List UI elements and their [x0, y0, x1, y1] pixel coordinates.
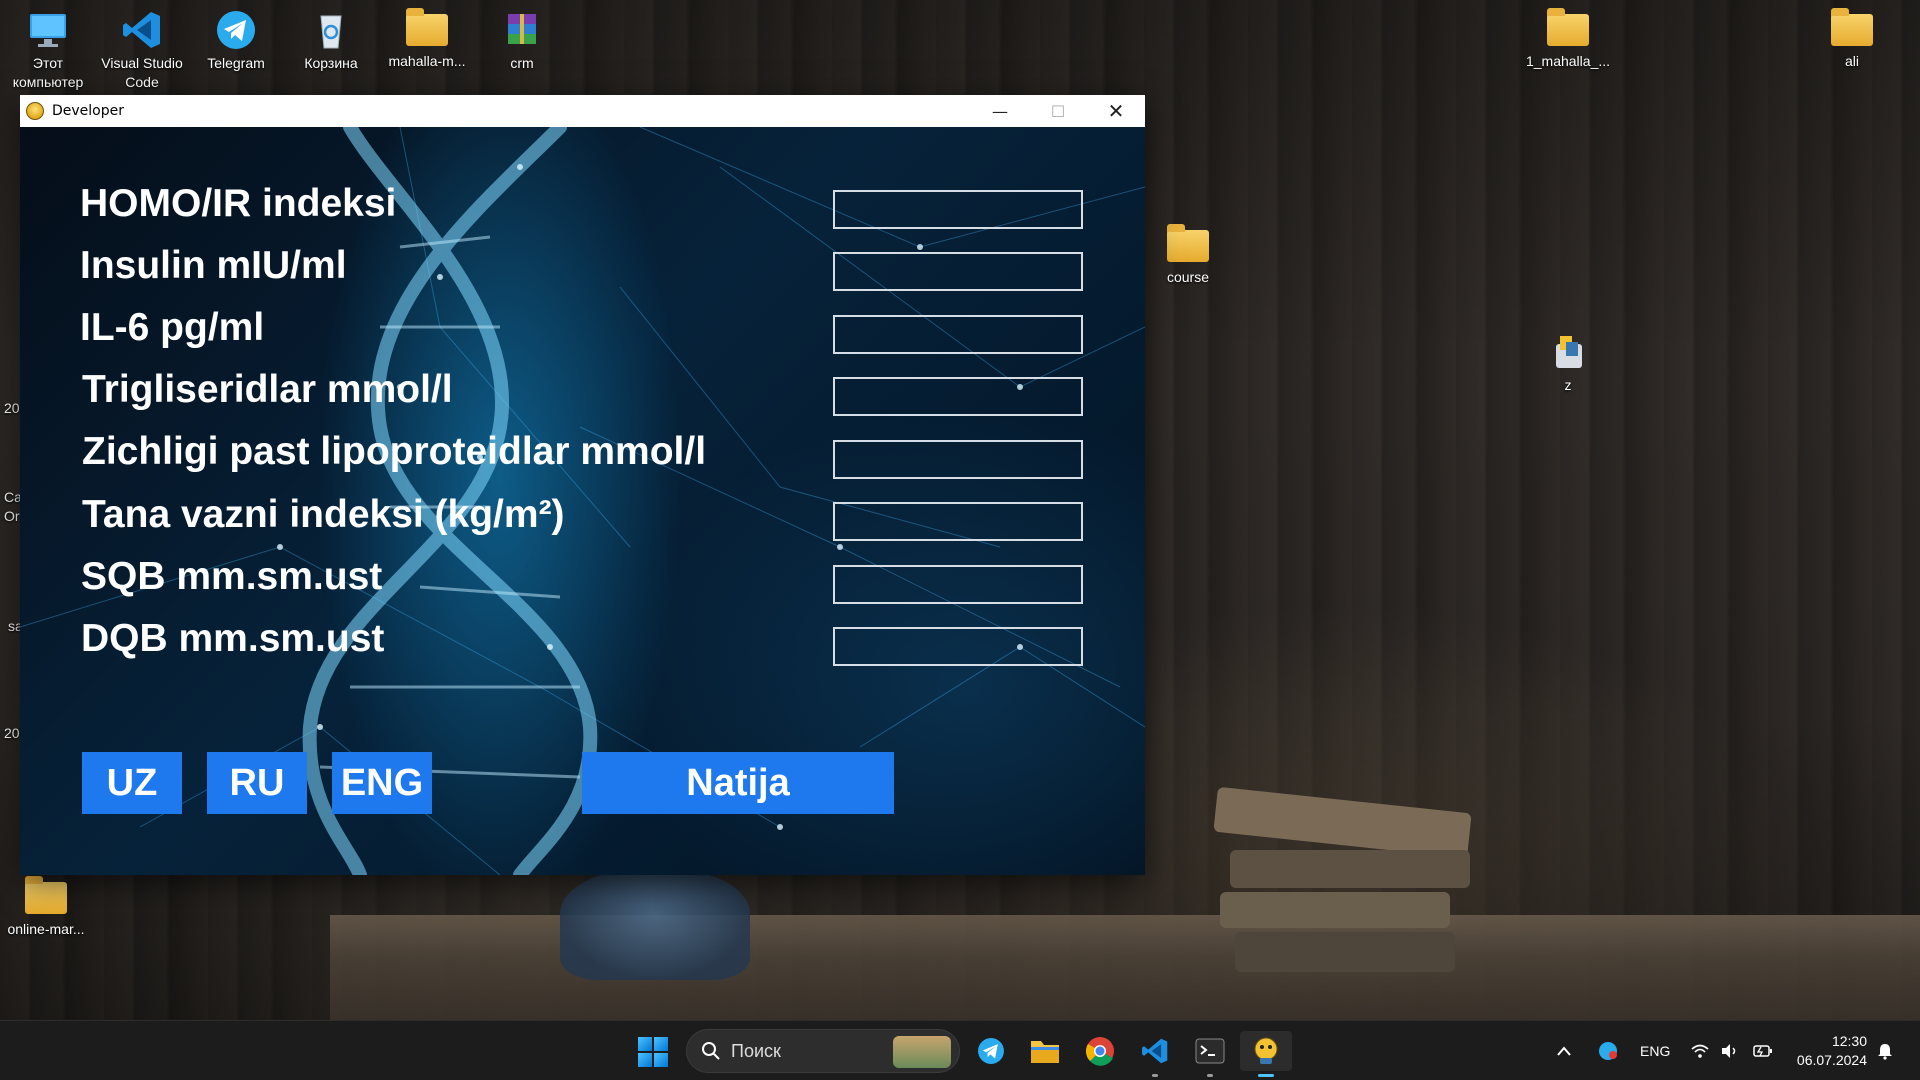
- close-button[interactable]: ✕: [1087, 95, 1145, 127]
- desktop-icon-label: online-mar...: [7, 921, 85, 937]
- language-indicator[interactable]: ENG: [1640, 1021, 1670, 1080]
- python-app-icon: [1254, 1037, 1278, 1064]
- taskbar-file-explorer[interactable]: [1025, 1031, 1065, 1071]
- taskbar-chrome[interactable]: [1080, 1031, 1120, 1071]
- partial-desktop-text: 20: [4, 400, 20, 416]
- triglycerides-input[interactable]: [833, 377, 1083, 416]
- folder-icon: [1547, 8, 1589, 46]
- bmi-input[interactable]: [833, 502, 1083, 541]
- desktop-icon-this-pc[interactable]: Этот компьютер: [0, 8, 96, 92]
- wallpaper-books: [1213, 786, 1485, 985]
- python-file-icon: [1556, 336, 1582, 368]
- taskbar-telegram[interactable]: [971, 1031, 1011, 1071]
- folder-icon: [1167, 224, 1209, 262]
- developer-window: Developer — ☐ ✕ HOMO/IR indeksi Insulin …: [20, 95, 1145, 875]
- taskbar: Поиск ENG 12:30 06.07.2024: [0, 1020, 1920, 1080]
- wifi-icon[interactable]: [1690, 1021, 1710, 1080]
- minimize-button[interactable]: —: [971, 95, 1029, 127]
- pygame-snake-icon: [26, 102, 44, 120]
- desktop-icon-mahalla-folder[interactable]: mahalla-m...: [379, 8, 475, 71]
- field-label-homo-ir: HOMO/IR indeksi: [80, 182, 397, 225]
- desktop-icon-label: z: [1564, 377, 1572, 393]
- partial-desktop-text: 20: [4, 725, 20, 741]
- folder-icon: [406, 8, 448, 46]
- chrome-icon: [1086, 1037, 1114, 1066]
- desktop-icon-label: Этот компьютер: [12, 55, 84, 90]
- taskbar-developer-app[interactable]: [1240, 1031, 1292, 1077]
- desktop-icon-recycle-bin[interactable]: Корзина: [283, 8, 379, 73]
- partial-desktop-text: Or: [4, 508, 20, 524]
- desktop-icon-label: crm: [510, 55, 534, 71]
- desktop-icon-z[interactable]: z: [1520, 330, 1616, 395]
- search-icon: [702, 1042, 720, 1060]
- telegram-tray-icon: [1599, 1042, 1617, 1060]
- field-label-bmi: Tana vazni indeksi (kg/m²): [82, 493, 565, 536]
- vscode-icon: [1142, 1038, 1168, 1064]
- desktop-icon-1-mahalla[interactable]: 1_mahalla_...: [1520, 8, 1616, 71]
- recycle-bin-icon: [320, 15, 342, 49]
- clock-date: 06.07.2024: [1796, 1052, 1867, 1068]
- field-label-triglycerides: Trigliseridlar mmol/l: [82, 368, 453, 411]
- volume-icon[interactable]: [1720, 1021, 1740, 1080]
- desktop-icon-label: mahalla-m...: [388, 53, 466, 69]
- show-hidden-icons[interactable]: [1556, 1021, 1572, 1080]
- natija-result-button[interactable]: Natija: [582, 752, 894, 814]
- winrar-archive-icon: [508, 14, 536, 44]
- desktop-icon-ali[interactable]: ali: [1804, 8, 1900, 71]
- field-label-ldl: Zichligi past lipoproteidlar mmol/l: [82, 430, 707, 473]
- file-explorer-icon: [1031, 1041, 1059, 1063]
- desktop-icon-online-mar[interactable]: online-mar...: [0, 876, 94, 939]
- wallpaper-lamp: [560, 870, 750, 980]
- window-titlebar[interactable]: Developer — ☐ ✕: [20, 95, 1145, 127]
- taskbar-search[interactable]: Поиск: [686, 1029, 960, 1073]
- search-placeholder: Поиск: [731, 1040, 781, 1061]
- vscode-icon: [123, 12, 160, 48]
- ldl-input[interactable]: [833, 440, 1083, 479]
- taskbar-terminal[interactable]: [1190, 1031, 1230, 1077]
- folder-icon: [1831, 8, 1873, 46]
- battery-icon[interactable]: [1752, 1021, 1774, 1080]
- telegram-icon: [217, 11, 255, 49]
- chevron-up-icon: [1557, 1046, 1571, 1056]
- window-title: Developer: [52, 103, 125, 119]
- desktop-icon-label: Visual Studio Code: [101, 55, 183, 90]
- language-ru-button[interactable]: RU: [207, 752, 307, 814]
- field-label-il6: IL-6 pg/ml: [80, 306, 265, 349]
- field-label-dqb: DQB mm.sm.ust: [81, 617, 385, 660]
- desktop-icon-label: ali: [1844, 53, 1859, 69]
- sqb-input[interactable]: [833, 565, 1083, 604]
- dqb-input[interactable]: [833, 627, 1083, 666]
- notification-bell-icon[interactable]: [1876, 1021, 1894, 1080]
- desktop-icon-label: Telegram: [207, 55, 265, 71]
- homo-ir-input[interactable]: [833, 190, 1083, 229]
- desktop-icon-label: 1_mahalla_...: [1525, 53, 1611, 69]
- language-eng-button[interactable]: ENG: [332, 752, 432, 814]
- app-canvas: HOMO/IR indeksi Insulin mIU/ml IL-6 pg/m…: [20, 127, 1145, 875]
- field-label-insulin: Insulin mIU/ml: [80, 244, 347, 287]
- desktop-icon-crm[interactable]: crm: [474, 8, 570, 73]
- desktop-icon-telegram[interactable]: Telegram: [188, 8, 284, 73]
- desktop-icon-course[interactable]: course: [1140, 224, 1236, 287]
- tray-telegram[interactable]: [1598, 1021, 1618, 1080]
- monitor-icon: [30, 14, 66, 47]
- taskbar-clock[interactable]: 12:30 06.07.2024: [1797, 1032, 1867, 1070]
- desktop-icon-vscode[interactable]: Visual Studio Code: [94, 8, 190, 92]
- search-highlight-image: [893, 1036, 951, 1068]
- start-button[interactable]: [638, 1037, 668, 1067]
- clock-time: 12:30: [1831, 1033, 1867, 1049]
- maximize-button[interactable]: ☐: [1029, 95, 1087, 127]
- field-label-sqb: SQB mm.sm.ust: [81, 555, 383, 598]
- taskbar-vscode[interactable]: [1135, 1031, 1175, 1077]
- il6-input[interactable]: [833, 315, 1083, 354]
- windows-logo-icon: [638, 1037, 652, 1051]
- terminal-icon: [1195, 1038, 1225, 1064]
- insulin-input[interactable]: [833, 252, 1083, 291]
- telegram-icon: [978, 1038, 1004, 1064]
- folder-icon: [25, 876, 67, 914]
- desktop-icon-label: Корзина: [304, 55, 358, 71]
- language-uz-button[interactable]: UZ: [82, 752, 182, 814]
- desktop-icon-label: course: [1166, 269, 1210, 285]
